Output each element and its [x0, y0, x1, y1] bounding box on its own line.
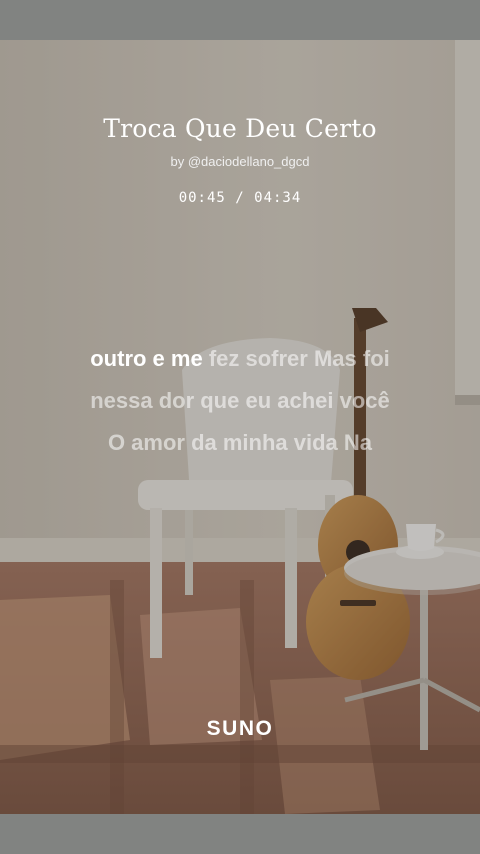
time-separator: /: [225, 190, 255, 206]
lyric-sung-part: outro e me: [90, 346, 203, 371]
song-title: Troca Que Deu Certo: [103, 114, 377, 143]
lyric-line-upcoming: O amor da minha vida Na: [107, 430, 373, 455]
lyrics-block: outro e me fez sofrer Mas foi nessa dor …: [0, 338, 480, 464]
total-duration: 04:34: [254, 190, 302, 206]
suno-logo: SUNO: [206, 717, 274, 740]
artist-byline: by @daciodellano_dgcd: [170, 154, 310, 169]
elapsed-time: 00:45: [178, 190, 226, 206]
lyric-unsung-part: fez sofrer Mas foi: [202, 346, 390, 371]
background-artwork: Troca Que Deu Certo by @daciodellano_dgc…: [0, 40, 480, 814]
lyric-line-next: nessa dor que eu achei você: [90, 388, 390, 413]
playback-time: 00:45 / 04:34: [0, 190, 480, 206]
top-letterbox: [0, 0, 480, 40]
lyric-line-current: outro e me fez sofrer Mas foi: [0, 338, 480, 380]
bottom-letterbox: [0, 814, 480, 854]
